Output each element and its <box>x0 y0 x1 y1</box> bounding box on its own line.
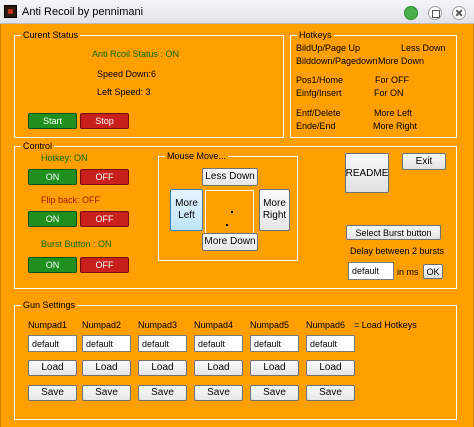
numpad2-input[interactable]: default <box>82 335 131 352</box>
app-icon <box>4 5 17 18</box>
numpad4-label: Numpad4 <box>194 320 234 330</box>
title-bar: Anti Recoil by pennimani <box>0 0 474 24</box>
numpad2-save-button[interactable]: Save <box>82 385 131 401</box>
numpad5-input[interactable]: default <box>250 335 299 352</box>
numpad2-load-button[interactable]: Load <box>82 360 131 376</box>
numpad3-save-button[interactable]: Save <box>138 385 187 401</box>
readme-button[interactable]: README <box>345 153 389 193</box>
hotkey-action-4: For ON <box>374 88 404 98</box>
hotkey-key-2: Bilddown/Pagedown <box>296 56 378 66</box>
delay-input[interactable]: default <box>348 262 394 280</box>
more-right-button[interactable]: More Right <box>259 189 290 231</box>
delay-label: Delay between 2 bursts <box>350 246 445 256</box>
hotkey-off-button[interactable]: OFF <box>80 169 129 185</box>
more-left-button[interactable]: More Left <box>170 189 203 231</box>
numpad6-label: Numpad6 <box>306 320 346 330</box>
burst-off-button[interactable]: OFF <box>80 257 129 273</box>
hotkeys-label: Hotkeys <box>297 29 334 41</box>
hotkey-action-3: For OFF <box>375 75 409 85</box>
hotkey-on-button[interactable]: ON <box>28 169 77 185</box>
close-button[interactable] <box>452 6 466 20</box>
current-status-label: Curent Status <box>21 29 81 41</box>
numpad5-save-button[interactable]: Save <box>250 385 299 401</box>
numpad5-load-button[interactable]: Load <box>250 360 299 376</box>
flip-back-status: Flip back: OFF <box>41 195 101 205</box>
numpad1-input[interactable]: default <box>28 335 77 352</box>
gun-settings-label: Gun Settings <box>21 299 78 311</box>
hotkey-status: Hotkey: ON <box>41 153 88 163</box>
numpad6-input[interactable]: default <box>306 335 355 352</box>
numpad5-label: Numpad5 <box>250 320 290 330</box>
burst-button-status: Burst Button : ON <box>41 239 112 249</box>
stop-button[interactable]: Stop <box>80 113 129 129</box>
numpad6-load-button[interactable]: Load <box>306 360 355 376</box>
speed-down-value: Speed Down:6 <box>97 69 157 79</box>
flip-back-off-button[interactable]: OFF <box>80 211 129 227</box>
numpad4-input[interactable]: default <box>194 335 243 352</box>
control-label: Control <box>21 140 55 152</box>
numpad3-input[interactable]: default <box>138 335 187 352</box>
window-title: Anti Recoil by pennimani <box>22 6 144 18</box>
hotkey-key-6: Ende/End <box>296 121 336 131</box>
hotkey-key-1: BildUp/Page Up <box>296 43 361 53</box>
load-hotkeys-hint: = Load Hotkeys <box>354 320 417 330</box>
hotkey-action-6: More Right <box>373 121 418 131</box>
numpad2-label: Numpad2 <box>82 320 122 330</box>
hotkey-action-1: Less Down <box>401 43 446 53</box>
hotkey-action-2: More Down <box>378 56 425 66</box>
maximize-button[interactable] <box>428 6 442 20</box>
start-button[interactable]: Start <box>28 113 77 129</box>
flip-back-on-button[interactable]: ON <box>28 211 77 227</box>
numpad6-save-button[interactable]: Save <box>306 385 355 401</box>
more-down-button[interactable]: More Down <box>202 233 258 251</box>
numpad4-load-button[interactable]: Load <box>194 360 243 376</box>
cursor-pad <box>205 190 254 234</box>
hotkey-key-3: Pos1/Home <box>296 75 344 85</box>
anti-recoil-status: Anti Rcoil Status : ON <box>92 49 180 59</box>
numpad4-save-button[interactable]: Save <box>194 385 243 401</box>
pad-dot-upper <box>231 211 233 213</box>
less-down-button[interactable]: Less Down <box>202 168 258 186</box>
delay-unit-label: in ms <box>397 267 419 277</box>
burst-on-button[interactable]: ON <box>28 257 77 273</box>
numpad3-load-button[interactable]: Load <box>138 360 187 376</box>
select-burst-button[interactable]: Select Burst button <box>346 225 441 240</box>
hotkey-key-4: Einfg/Insert <box>296 88 342 98</box>
hotkey-key-5: Entf/Delete <box>296 108 341 118</box>
minimize-button[interactable] <box>404 6 418 20</box>
hotkey-action-5: More Left <box>374 108 413 118</box>
left-speed-value: Left Speed: 3 <box>97 87 151 97</box>
pad-dot-lower <box>226 224 228 226</box>
delay-ok-button[interactable]: OK <box>423 264 443 279</box>
numpad1-label: Numpad1 <box>28 320 68 330</box>
exit-button[interactable]: Exit <box>402 153 446 170</box>
numpad1-load-button[interactable]: Load <box>28 360 77 376</box>
mouse-move-label: Mouse Move... <box>165 150 229 162</box>
numpad1-save-button[interactable]: Save <box>28 385 77 401</box>
numpad3-label: Numpad3 <box>138 320 178 330</box>
